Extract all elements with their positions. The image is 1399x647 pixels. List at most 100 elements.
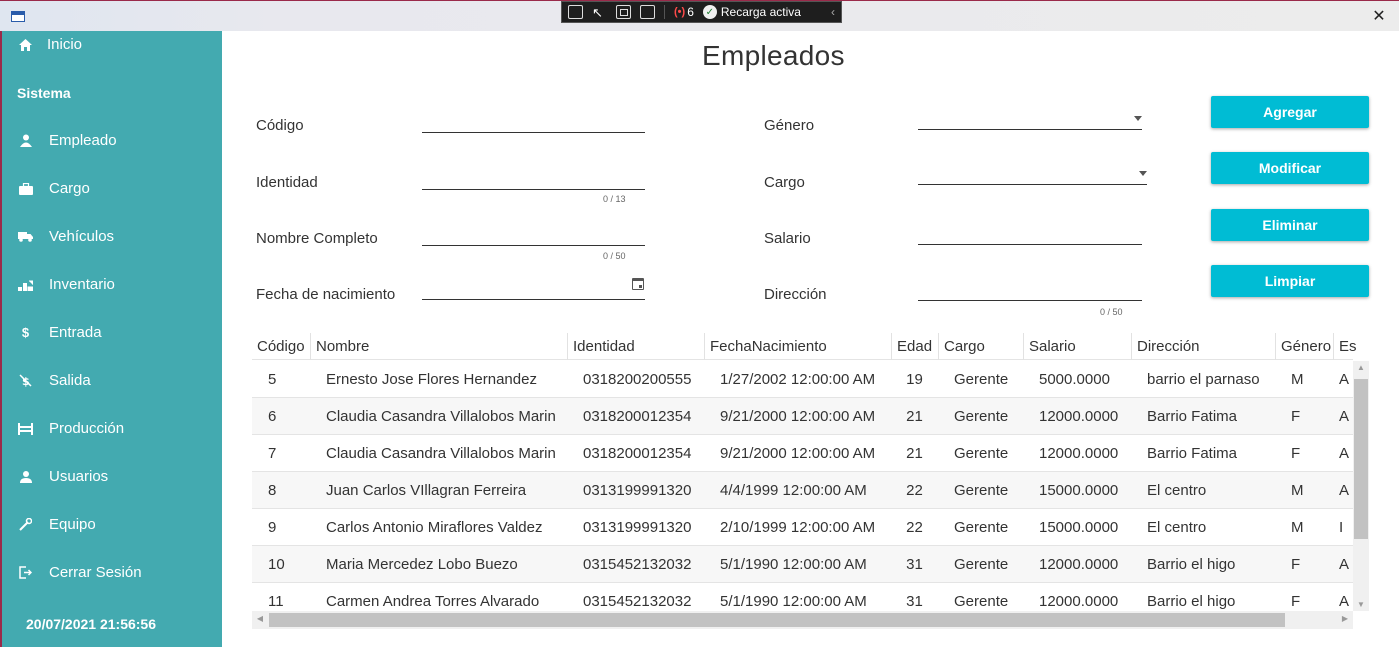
table-cell: 0313199991320 — [583, 482, 692, 499]
sidebar-item-label: Cargo — [49, 180, 90, 197]
dollar-icon: $ — [21, 325, 30, 340]
sidebar-item-cerrar-sesion[interactable]: Cerrar Sesión — [18, 564, 142, 581]
table-row[interactable]: 11 Carmen Andrea Torres Alvarado 031545213… — [252, 583, 1353, 611]
genero-label: Género — [764, 117, 815, 134]
modificar-button[interactable]: Modificar — [1211, 152, 1369, 184]
table-cell: F — [1291, 593, 1301, 610]
eliminar-button[interactable]: Eliminar — [1211, 209, 1369, 241]
table-cell: 5/1/1990 12:00:00 AM — [720, 556, 867, 573]
table-cell: A — [1339, 593, 1350, 610]
direccion-input[interactable] — [918, 277, 1142, 300]
table-cell: 10 — [268, 556, 285, 573]
scroll-down-arrow-icon[interactable]: ▼ — [1353, 600, 1369, 609]
select-element-icon[interactable]: ↖ — [592, 5, 607, 20]
vertical-scrollbar[interactable]: ▲ ▼ — [1353, 361, 1369, 611]
table-cell: 8 — [268, 482, 277, 499]
table-cell: A — [1339, 371, 1350, 388]
column-header[interactable]: Identidad — [567, 333, 704, 360]
toolbar-separator — [664, 5, 665, 19]
identidad-field[interactable] — [422, 166, 645, 190]
scroll-right-arrow-icon[interactable]: ▶ — [1337, 614, 1353, 623]
salario-input[interactable] — [918, 221, 1142, 244]
table-cell: 12000.0000 — [1039, 408, 1119, 425]
binding-errors-indicator[interactable]: (•) 6 — [674, 5, 694, 19]
table-cell: 22 — [906, 482, 923, 499]
table-row[interactable]: 9 Carlos Antonio Miraflores Valdez 0313199… — [252, 509, 1353, 546]
sidebar-item-equipo[interactable]: Equipo — [18, 516, 96, 533]
sidebar-item-salida[interactable]: $ Salida — [18, 372, 91, 389]
money-off-icon: $ — [18, 374, 33, 387]
nombre-input[interactable] — [422, 222, 645, 245]
column-header[interactable]: Edad — [891, 333, 938, 360]
agregar-button[interactable]: Agregar — [1211, 96, 1369, 128]
table-cell: Gerente — [954, 445, 1009, 462]
genero-select[interactable] — [918, 106, 1142, 130]
horizontal-scroll-thumb[interactable] — [269, 613, 1285, 627]
table-cell: I — [1339, 519, 1344, 536]
column-header[interactable]: Género — [1275, 333, 1333, 360]
salario-field[interactable] — [918, 221, 1142, 245]
horizontal-scrollbar[interactable]: ◀ ▶ — [252, 611, 1353, 629]
sidebar-item-label: Salida — [49, 372, 91, 389]
sidebar-item-label: Empleado — [49, 132, 117, 149]
sidebar-item-label: Producción — [49, 420, 125, 437]
codigo-field[interactable] — [422, 109, 645, 133]
column-header[interactable]: Es — [1333, 333, 1363, 360]
table-row[interactable]: 8 Juan Carlos VIllagran Ferreira 031319999… — [252, 472, 1353, 509]
table-cell: 12000.0000 — [1039, 556, 1119, 573]
sidebar-item-cargo[interactable]: Cargo — [18, 180, 90, 197]
nombre-field[interactable] — [422, 222, 645, 246]
hot-reload-label: Recarga activa — [720, 5, 801, 19]
direccion-field[interactable] — [918, 277, 1142, 301]
codigo-input[interactable] — [422, 109, 645, 132]
table-cell: barrio el parnaso — [1147, 371, 1260, 388]
calendar-icon[interactable] — [632, 278, 644, 290]
identidad-input[interactable] — [422, 166, 645, 189]
sidebar-item-usuarios[interactable]: Usuarios — [18, 468, 108, 485]
live-visual-tree-icon[interactable] — [568, 5, 583, 19]
employees-data-grid[interactable]: Código Nombre Identidad FechaNacimiento Edad… — [252, 333, 1369, 629]
limpiar-button[interactable]: Limpiar — [1211, 265, 1369, 297]
column-header[interactable]: Cargo — [938, 333, 1023, 360]
column-header[interactable]: Salario — [1023, 333, 1131, 360]
check-icon: ✓ — [702, 5, 717, 19]
track-focus-icon[interactable] — [640, 5, 655, 19]
codigo-label: Código — [256, 117, 304, 134]
table-cell: 6 — [268, 408, 277, 425]
table-cell: Barrio el higo — [1147, 593, 1236, 610]
scroll-up-arrow-icon[interactable]: ▲ — [1353, 363, 1369, 372]
fecha-label: Fecha de nacimiento — [256, 286, 396, 303]
app-window-icon — [11, 11, 25, 22]
fecha-nacimiento-picker[interactable] — [422, 276, 645, 300]
table-cell: 5 — [268, 371, 277, 388]
table-cell: 31 — [906, 556, 923, 573]
sidebar-item-vehiculos[interactable]: Vehículos — [18, 228, 114, 245]
column-header[interactable]: Código — [252, 333, 310, 360]
table-cell: 9/21/2000 12:00:00 AM — [720, 445, 876, 462]
table-row[interactable]: 10 Maria Mercedez Lobo Buezo 0315452132032… — [252, 546, 1353, 583]
table-cell: Carmen Andrea Torres Alvarado — [326, 593, 540, 610]
table-cell: A — [1339, 556, 1350, 573]
sidebar-item-inicio[interactable]: Inicio — [18, 36, 82, 53]
wrench-icon — [18, 518, 33, 531]
cargo-select[interactable] — [918, 161, 1147, 185]
sidebar-item-entrada[interactable]: $ Entrada — [18, 324, 102, 341]
table-row[interactable]: 7 Claudia Casandra Villalobos Marin 031820… — [252, 435, 1353, 472]
column-header[interactable]: Nombre — [310, 333, 567, 360]
vertical-scroll-thumb[interactable] — [1354, 379, 1368, 539]
sidebar-item-produccion[interactable]: Producción — [18, 420, 124, 437]
column-header[interactable]: FechaNacimiento — [704, 333, 891, 360]
sidebar-item-inventario[interactable]: Inventario — [18, 276, 115, 293]
table-row[interactable]: 6 Claudia Casandra Villalobos Marin 031820… — [252, 398, 1353, 435]
collapse-toolbar-icon[interactable]: ‹ — [831, 5, 835, 19]
scroll-left-arrow-icon[interactable]: ◀ — [252, 614, 268, 623]
display-layout-adorners-icon[interactable] — [616, 5, 631, 19]
column-header[interactable]: Dirección — [1131, 333, 1275, 360]
hot-reload-status[interactable]: ✓ Recarga activa — [702, 5, 801, 19]
page-title: Empleados — [702, 40, 845, 71]
grid-body[interactable]: 5 Ernesto Jose Flores Hernandez 0318200200… — [252, 361, 1353, 611]
sidebar-item-empleado[interactable]: Empleado — [18, 132, 117, 149]
nombre-label: Nombre Completo — [256, 230, 378, 247]
table-row[interactable]: 5 Ernesto Jose Flores Hernandez 0318200200… — [252, 361, 1353, 398]
close-window-button[interactable]: ✕ — [1359, 1, 1399, 31]
